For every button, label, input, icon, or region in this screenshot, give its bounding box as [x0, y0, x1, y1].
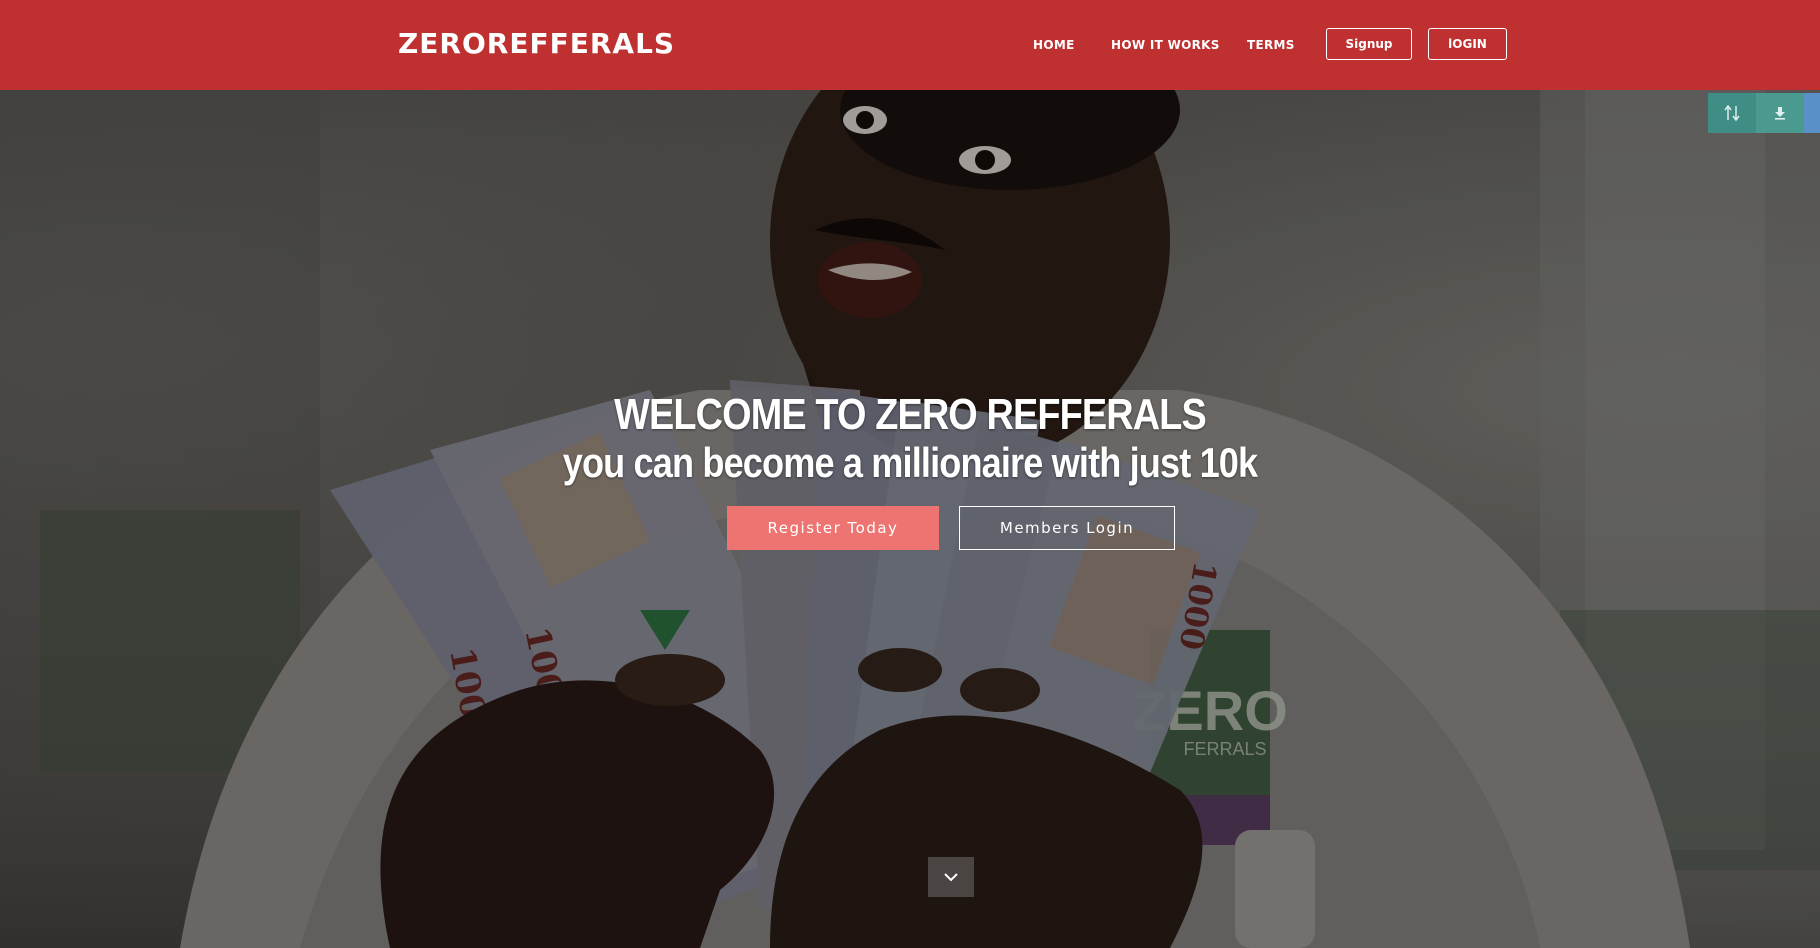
top-navbar: ZEROREFFERALS HOME HOW IT WORKS TERMS Si… — [0, 0, 1820, 90]
nav-how-it-works[interactable]: HOW IT WORKS — [1111, 38, 1220, 52]
hero-title: WELCOME TO ZERO REFFERALS — [614, 390, 1207, 439]
download-icon — [1775, 107, 1785, 120]
register-today-button[interactable]: Register Today — [727, 506, 939, 550]
chevron-down-icon — [944, 873, 958, 882]
download-tool-button[interactable] — [1756, 93, 1804, 133]
hero-subtitle: you can become a millionaire with just 1… — [562, 439, 1258, 486]
scroll-down-button[interactable] — [928, 857, 974, 897]
swap-tool-button[interactable] — [1708, 93, 1756, 133]
swap-vertical-icon — [1724, 104, 1740, 122]
site-logo[interactable]: ZEROREFFERALS — [398, 26, 675, 62]
nav-home[interactable]: HOME — [1033, 38, 1075, 52]
signup-button[interactable]: Signup — [1326, 28, 1412, 60]
nav-terms[interactable]: TERMS — [1247, 38, 1295, 52]
side-tab[interactable] — [1804, 93, 1820, 133]
login-button[interactable]: lOGIN — [1428, 28, 1507, 60]
hero-section: ZERO FERRALS 1000 1000 1000 WELCOME TO Z… — [0, 90, 1820, 948]
members-login-button[interactable]: Members Login — [959, 506, 1175, 550]
floating-toolbar — [1708, 93, 1820, 133]
